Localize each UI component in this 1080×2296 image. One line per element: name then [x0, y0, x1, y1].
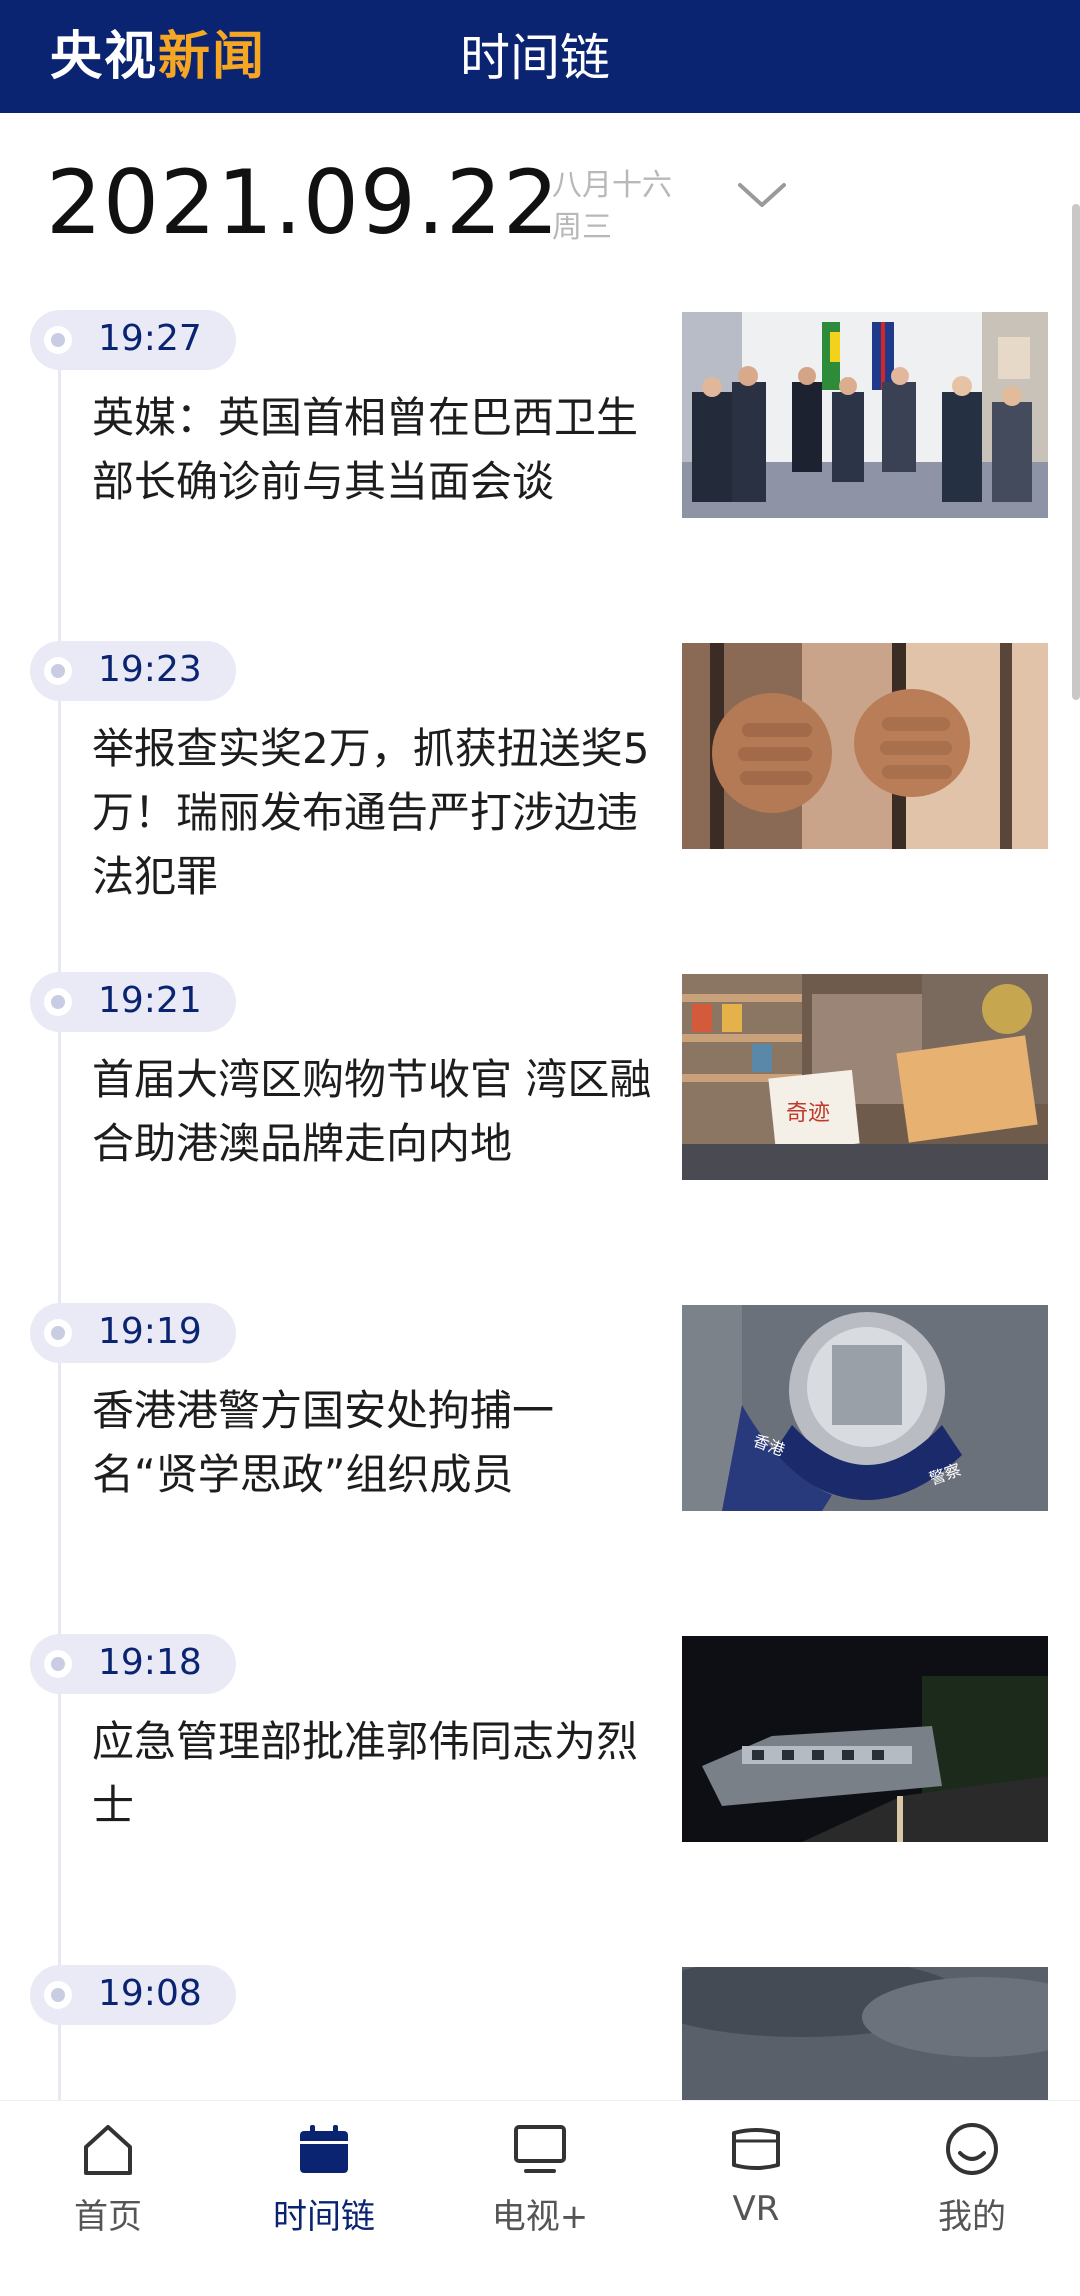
time-text: 19:19	[98, 1311, 202, 1352]
time-badge: 19:27	[30, 310, 236, 370]
meeting-photo	[682, 312, 1048, 518]
lunar-date: 八月十六 周三	[552, 165, 672, 249]
time-badge: 19:18	[30, 1634, 236, 1694]
timeline-item[interactable]: 19:27 英媒：英国首相曾在巴西卫生部长确诊前与其当面会谈	[0, 310, 1080, 641]
date-row: 2021.09.22 八月十六 周三	[0, 113, 1080, 293]
tab-home[interactable]: 首页	[28, 2119, 188, 2239]
hands-bars-photo	[682, 643, 1048, 849]
time-badge: 19:19	[30, 1303, 236, 1363]
home-icon	[84, 2125, 132, 2175]
headline[interactable]: 首届大湾区购物节收官 湾区融合助港澳品牌走向内地	[92, 1048, 652, 1176]
svg-text:奇迹: 奇迹	[786, 1101, 830, 1126]
headline[interactable]: 英媒：英国首相曾在巴西卫生部长确诊前与其当面会谈	[92, 386, 652, 514]
dot-icon	[44, 1981, 72, 2009]
logo-text-1: 央视	[50, 27, 159, 87]
headline[interactable]: 香港港警方国安处拘捕一名“贤学思政”组织成员	[92, 1379, 652, 1507]
news-thumbnail[interactable]	[682, 643, 1048, 849]
page-title: 时间链	[460, 29, 610, 87]
tab-timeline[interactable]: 时间链	[244, 2119, 404, 2239]
smiley-icon	[946, 2123, 998, 2175]
timeline-item[interactable]: 19:18 应急管理部批准郭伟同志为烈士	[0, 1634, 1080, 1965]
tv-icon	[514, 2125, 566, 2173]
news-thumbnail[interactable]: 奇迹	[682, 974, 1048, 1180]
tab-label: 首页	[74, 2197, 142, 2237]
date-display: 2021.09.22	[46, 151, 560, 254]
news-thumbnail[interactable]	[682, 312, 1048, 518]
night-crash-photo	[682, 1636, 1048, 1842]
calendar-icon	[300, 2125, 348, 2173]
tab-vr[interactable]: VR	[676, 2119, 836, 2239]
time-text: 19:27	[98, 318, 202, 359]
dot-icon	[44, 657, 72, 685]
time-badge: 19:23	[30, 641, 236, 701]
dot-icon	[44, 1650, 72, 1678]
time-text: 19:08	[98, 1973, 202, 2014]
time-badge: 19:08	[30, 1965, 236, 2025]
timeline-item[interactable]: 19:21 首届大湾区购物节收官 湾区融合助港澳品牌走向内地 奇迹	[0, 972, 1080, 1303]
headline[interactable]: 应急管理部批准郭伟同志为烈士	[92, 1710, 652, 1838]
tab-label: VR	[732, 2189, 780, 2229]
timeline-item[interactable]: 19:19 香港港警方国安处拘捕一名“贤学思政”组织成员 香港 警察	[0, 1303, 1080, 1634]
timeline-list: 19:27 英媒：英国首相曾在巴西卫生部长确诊前与其当面会谈 19:23 举报查…	[0, 310, 1080, 2296]
time-text: 19:23	[98, 649, 202, 690]
timeline-item[interactable]: 19:23 举报查实奖2万，抓获扭送奖5万！瑞丽发布通告严打涉边违法犯罪	[0, 641, 1080, 972]
lunar-date-text: 八月十六	[552, 168, 672, 203]
vr-icon	[732, 2128, 780, 2170]
news-thumbnail[interactable]	[682, 1636, 1048, 1842]
shop-photo: 奇迹	[682, 974, 1048, 1180]
tab-tv[interactable]: 电视+	[460, 2119, 620, 2239]
police-emblem-photo: 香港 警察	[682, 1305, 1048, 1511]
tab-label: 时间链	[273, 2197, 375, 2237]
dot-icon	[44, 988, 72, 1016]
tab-label: 电视+	[491, 2197, 589, 2237]
time-text: 19:21	[98, 980, 202, 1021]
dot-icon	[44, 326, 72, 354]
news-thumbnail[interactable]: 香港 警察	[682, 1305, 1048, 1511]
weekday-text: 周三	[552, 210, 612, 245]
app-header: 央视新闻 时间链	[0, 0, 1080, 113]
app-logo[interactable]: 央视新闻	[50, 14, 266, 89]
headline[interactable]: 举报查实奖2万，抓获扭送奖5万！瑞丽发布通告严打涉边违法犯罪	[92, 717, 652, 909]
logo-text-2: 新闻	[158, 27, 267, 87]
tab-mine[interactable]: 我的	[892, 2119, 1052, 2239]
time-text: 19:18	[98, 1642, 202, 1683]
time-badge: 19:21	[30, 972, 236, 1032]
tab-label: 我的	[938, 2197, 1006, 2237]
bottom-tab-bar: 首页 时间链 电视+ VR 我的	[0, 2100, 1080, 2248]
chevron-down-icon[interactable]	[736, 175, 788, 215]
dot-icon	[44, 1319, 72, 1347]
